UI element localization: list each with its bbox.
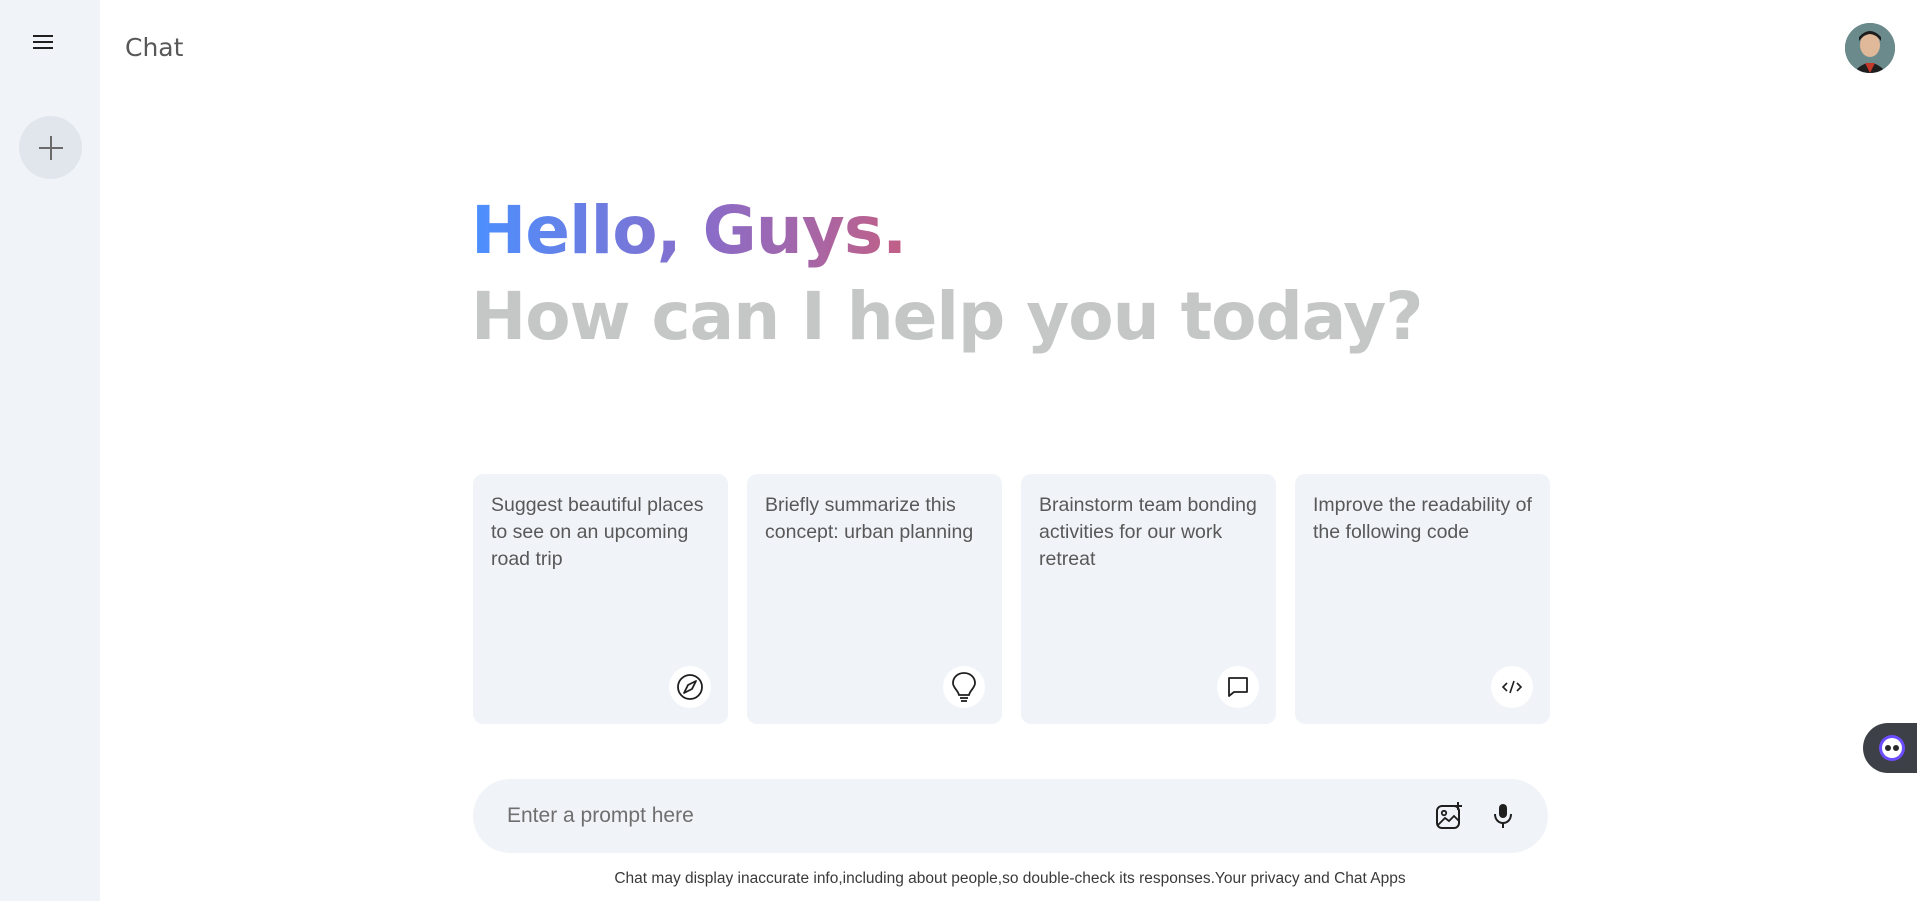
suggestion-card[interactable]: Briefly summarize this concept: urban pl… xyxy=(747,474,1002,724)
app-title: Chat xyxy=(125,33,184,62)
user-avatar[interactable] xyxy=(1845,23,1895,73)
card-text: Brainstorm team bonding activities for o… xyxy=(1039,494,1257,570)
menu-icon xyxy=(33,35,53,49)
suggestion-cards: Suggest beautiful places to see on an up… xyxy=(473,474,1550,724)
code-icon xyxy=(1491,666,1533,708)
suggestion-card[interactable]: Suggest beautiful places to see on an up… xyxy=(473,474,728,724)
avatar-icon xyxy=(1845,23,1895,73)
message-icon xyxy=(1217,666,1259,708)
menu-button[interactable] xyxy=(28,28,58,56)
greeting-subtitle: How can I help you today? xyxy=(471,278,1424,355)
compass-icon xyxy=(669,666,711,708)
gallery-icon[interactable] xyxy=(1432,799,1466,833)
suggestion-card[interactable]: Improve the readability of the following… xyxy=(1295,474,1550,724)
prompt-actions xyxy=(1432,799,1520,833)
suggestion-card[interactable]: Brainstorm team bonding activities for o… xyxy=(1021,474,1276,724)
bot-icon xyxy=(1879,735,1905,761)
greeting-title: Hello, Guys. xyxy=(471,188,1423,274)
disclaimer: Chat may display inaccurate info,includi… xyxy=(614,870,1406,887)
bulb-icon xyxy=(943,666,985,708)
new-chat-button[interactable] xyxy=(19,116,82,179)
prompt-input[interactable] xyxy=(507,804,1432,828)
greeting: Hello, Guys. How can I help you today? xyxy=(471,188,1424,360)
mic-icon[interactable] xyxy=(1486,799,1520,833)
card-text: Suggest beautiful places to see on an up… xyxy=(491,494,704,570)
plus-icon xyxy=(38,135,63,160)
card-text: Improve the readability of the following… xyxy=(1313,494,1532,543)
sidebar xyxy=(0,0,100,901)
prompt-bar xyxy=(473,779,1548,853)
assistant-widget[interactable] xyxy=(1863,723,1917,773)
card-text: Briefly summarize this concept: urban pl… xyxy=(765,494,974,543)
